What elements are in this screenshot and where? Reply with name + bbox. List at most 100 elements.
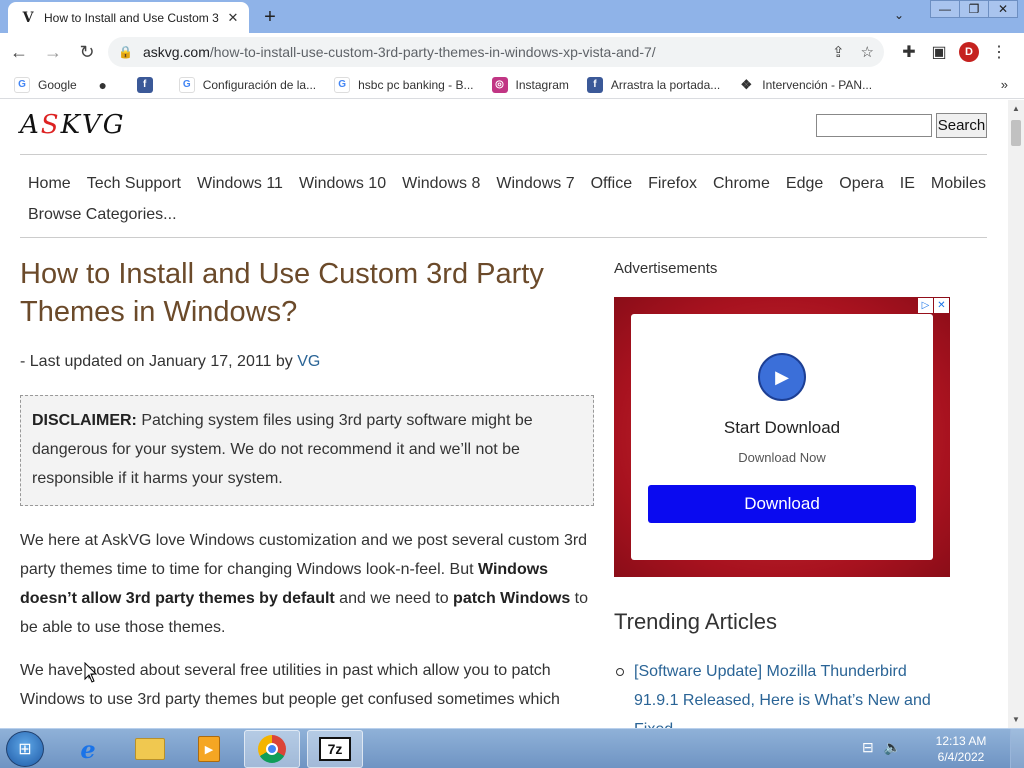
site-logo[interactable]: ASKVG — [20, 110, 126, 140]
chrome-taskbar-icon[interactable] — [244, 730, 300, 768]
nav-windows-11[interactable]: Windows 11 — [197, 175, 283, 193]
ad-download-button[interactable]: Download — [648, 485, 916, 523]
system-tray: ⊟ 🔈 — [862, 739, 911, 756]
nav-ie[interactable]: IE — [900, 175, 915, 193]
disclaimer-box: DISCLAIMER: Patching system files using … — [20, 395, 594, 506]
menu-kebab-icon[interactable]: ⋮ — [984, 37, 1014, 67]
url-path: /how-to-install-use-custom-3rd-party-the… — [209, 44, 656, 60]
main-nav-row: Browse Categories... — [20, 199, 987, 230]
site-search-button[interactable]: Search — [936, 113, 987, 138]
bookmark-star-icon[interactable]: ☆ — [861, 43, 874, 61]
taskbar-clock[interactable]: 12:13 AM 6/4/2022 — [926, 733, 996, 765]
url-domain: askvg.com — [142, 44, 210, 60]
windows-explorer-icon[interactable] — [122, 730, 178, 768]
minimize-button[interactable]: — — [930, 0, 960, 18]
mouse-cursor-icon — [84, 662, 98, 683]
facebook-icon: f — [136, 76, 153, 93]
play-icon[interactable]: ▶ — [758, 353, 806, 401]
close-window-button[interactable]: ✕ — [988, 0, 1018, 18]
meta-date: - Last updated on January 17, 2011 by — [20, 353, 298, 370]
nav-home[interactable]: Home — [28, 175, 71, 193]
new-tab-button[interactable]: + — [258, 5, 282, 29]
askvg-favicon-icon: V — [22, 9, 34, 26]
page-scrollbar[interactable]: ▲ ▼ — [1008, 100, 1024, 728]
para-text: and we need to — [334, 590, 454, 607]
ad-banner[interactable]: ▷ ✕ ▶ Start Download Download Now Downlo… — [614, 297, 950, 577]
share-icon[interactable]: ⇪ — [832, 43, 845, 61]
seven-zip-icon[interactable]: 7z — [307, 730, 363, 768]
nav-mobiles[interactable]: Mobiles — [931, 175, 986, 193]
internet-explorer-icon[interactable]: e — [60, 730, 116, 768]
chrome-logo — [258, 735, 286, 763]
nav-chrome[interactable]: Chrome — [713, 175, 770, 193]
instagram-icon: ◎ — [491, 76, 508, 93]
bookmark-label: Intervención - PAN... — [762, 77, 873, 92]
start-button[interactable]: ⊞ — [6, 731, 44, 767]
nav-edge[interactable]: Edge — [786, 175, 823, 193]
chevron-down-icon[interactable]: ⌄ — [894, 8, 904, 22]
bookmark-arrastra[interactable]: f Arrastra la portada... — [586, 76, 720, 93]
forward-button[interactable]: → — [38, 37, 68, 67]
network-icon[interactable]: ⊟ — [862, 739, 874, 756]
nav-opera[interactable]: Opera — [839, 175, 883, 193]
bookmark-google[interactable]: G Google — [14, 76, 77, 93]
tab-close-icon[interactable]: ✕ — [225, 10, 241, 26]
nav-windows-7[interactable]: Windows 7 — [496, 175, 574, 193]
scroll-up-icon[interactable]: ▲ — [1012, 104, 1020, 113]
ad-close-icon[interactable]: ✕ — [934, 298, 949, 313]
browser-tab-active[interactable]: V How to Install and Use Custom 3rd Part… — [8, 2, 249, 33]
media-player-icon[interactable]: ▶ — [181, 730, 237, 768]
article-paragraph: We here at AskVG love Windows customizat… — [20, 526, 594, 642]
nav-windows-10[interactable]: Windows 10 — [299, 175, 386, 193]
article-paragraph: We have posted about several free utilit… — [20, 662, 560, 708]
ad-card[interactable]: ▶ Start Download Download Now Download — [631, 314, 933, 560]
bookmark-label: hsbc pc banking - B... — [358, 77, 474, 92]
browser-tab-strip: V How to Install and Use Custom 3rd Part… — [0, 0, 1024, 33]
url-text[interactable]: askvg.com/how-to-install-use-custom-3rd-… — [143, 44, 816, 60]
scroll-down-icon[interactable]: ▼ — [1012, 715, 1020, 724]
nav-firefox[interactable]: Firefox — [648, 175, 697, 193]
google-icon: G — [334, 76, 351, 93]
seven-zip-logo: 7z — [319, 737, 351, 761]
nav-windows-8[interactable]: Windows 8 — [402, 175, 480, 193]
trending-list: [Software Update] Mozilla Thunderbird 91… — [614, 657, 950, 728]
para-bold: patch Windows — [453, 590, 571, 607]
ad-choices[interactable]: ▷ ✕ — [917, 298, 949, 313]
bookmark-hsbc[interactable]: Ghsbc pc banking - B... — [334, 76, 474, 93]
bookmark-instagram[interactable]: ◎ Instagram — [491, 76, 569, 93]
nav-browse-categories[interactable]: Browse Categories... — [28, 206, 177, 224]
scroll-thumb[interactable] — [1011, 120, 1021, 146]
side-panel-icon[interactable]: ▣ — [924, 37, 954, 67]
nav-divider — [20, 237, 987, 238]
bookmark-globe[interactable]: ● — [95, 77, 119, 93]
bookmark-configuracion[interactable]: G Configuración de la... — [178, 76, 316, 93]
address-bar[interactable]: 🔒 askvg.com/how-to-install-use-custom-3r… — [108, 37, 884, 67]
trending-heading: Trending Articles — [614, 609, 778, 634]
lock-icon[interactable]: 🔒 — [118, 45, 133, 59]
extensions-puzzle-icon[interactable]: ✚ — [894, 37, 924, 67]
bookmark-facebook[interactable]: f — [136, 76, 161, 93]
profile-avatar[interactable]: D — [954, 37, 984, 67]
window-controls: — ❐ ✕ — [930, 0, 1018, 18]
profile-initial: D — [959, 42, 979, 62]
google-icon: G — [14, 76, 30, 93]
trending-item[interactable]: [Software Update] Mozilla Thunderbird 91… — [614, 657, 950, 728]
site-search-input[interactable] — [816, 114, 932, 137]
disclaimer-label: DISCLAIMER: — [32, 412, 137, 429]
ad-subtitle: Download Now — [738, 450, 826, 465]
main-nav: Home Tech Support Windows 11 Windows 10 … — [20, 168, 987, 230]
show-desktop-button[interactable] — [1010, 729, 1024, 768]
bookmarks-overflow-icon[interactable]: » — [1001, 77, 1008, 92]
reload-button[interactable]: ↻ — [72, 37, 102, 67]
author-link[interactable]: VG — [297, 353, 320, 370]
nav-office[interactable]: Office — [591, 175, 633, 193]
bookmark-intervencion[interactable]: ❖ Intervención - PAN... — [738, 77, 872, 93]
clock-date: 6/4/2022 — [937, 750, 985, 764]
maximize-button[interactable]: ❐ — [959, 0, 989, 18]
article-meta: - Last updated on January 17, 2011 by VG — [20, 353, 594, 371]
back-button[interactable]: ← — [4, 37, 34, 67]
logo-letter-a: A — [20, 110, 41, 140]
volume-icon[interactable]: 🔈 — [884, 739, 901, 756]
ad-choices-icon[interactable]: ▷ — [918, 298, 933, 313]
nav-tech-support[interactable]: Tech Support — [87, 175, 181, 193]
